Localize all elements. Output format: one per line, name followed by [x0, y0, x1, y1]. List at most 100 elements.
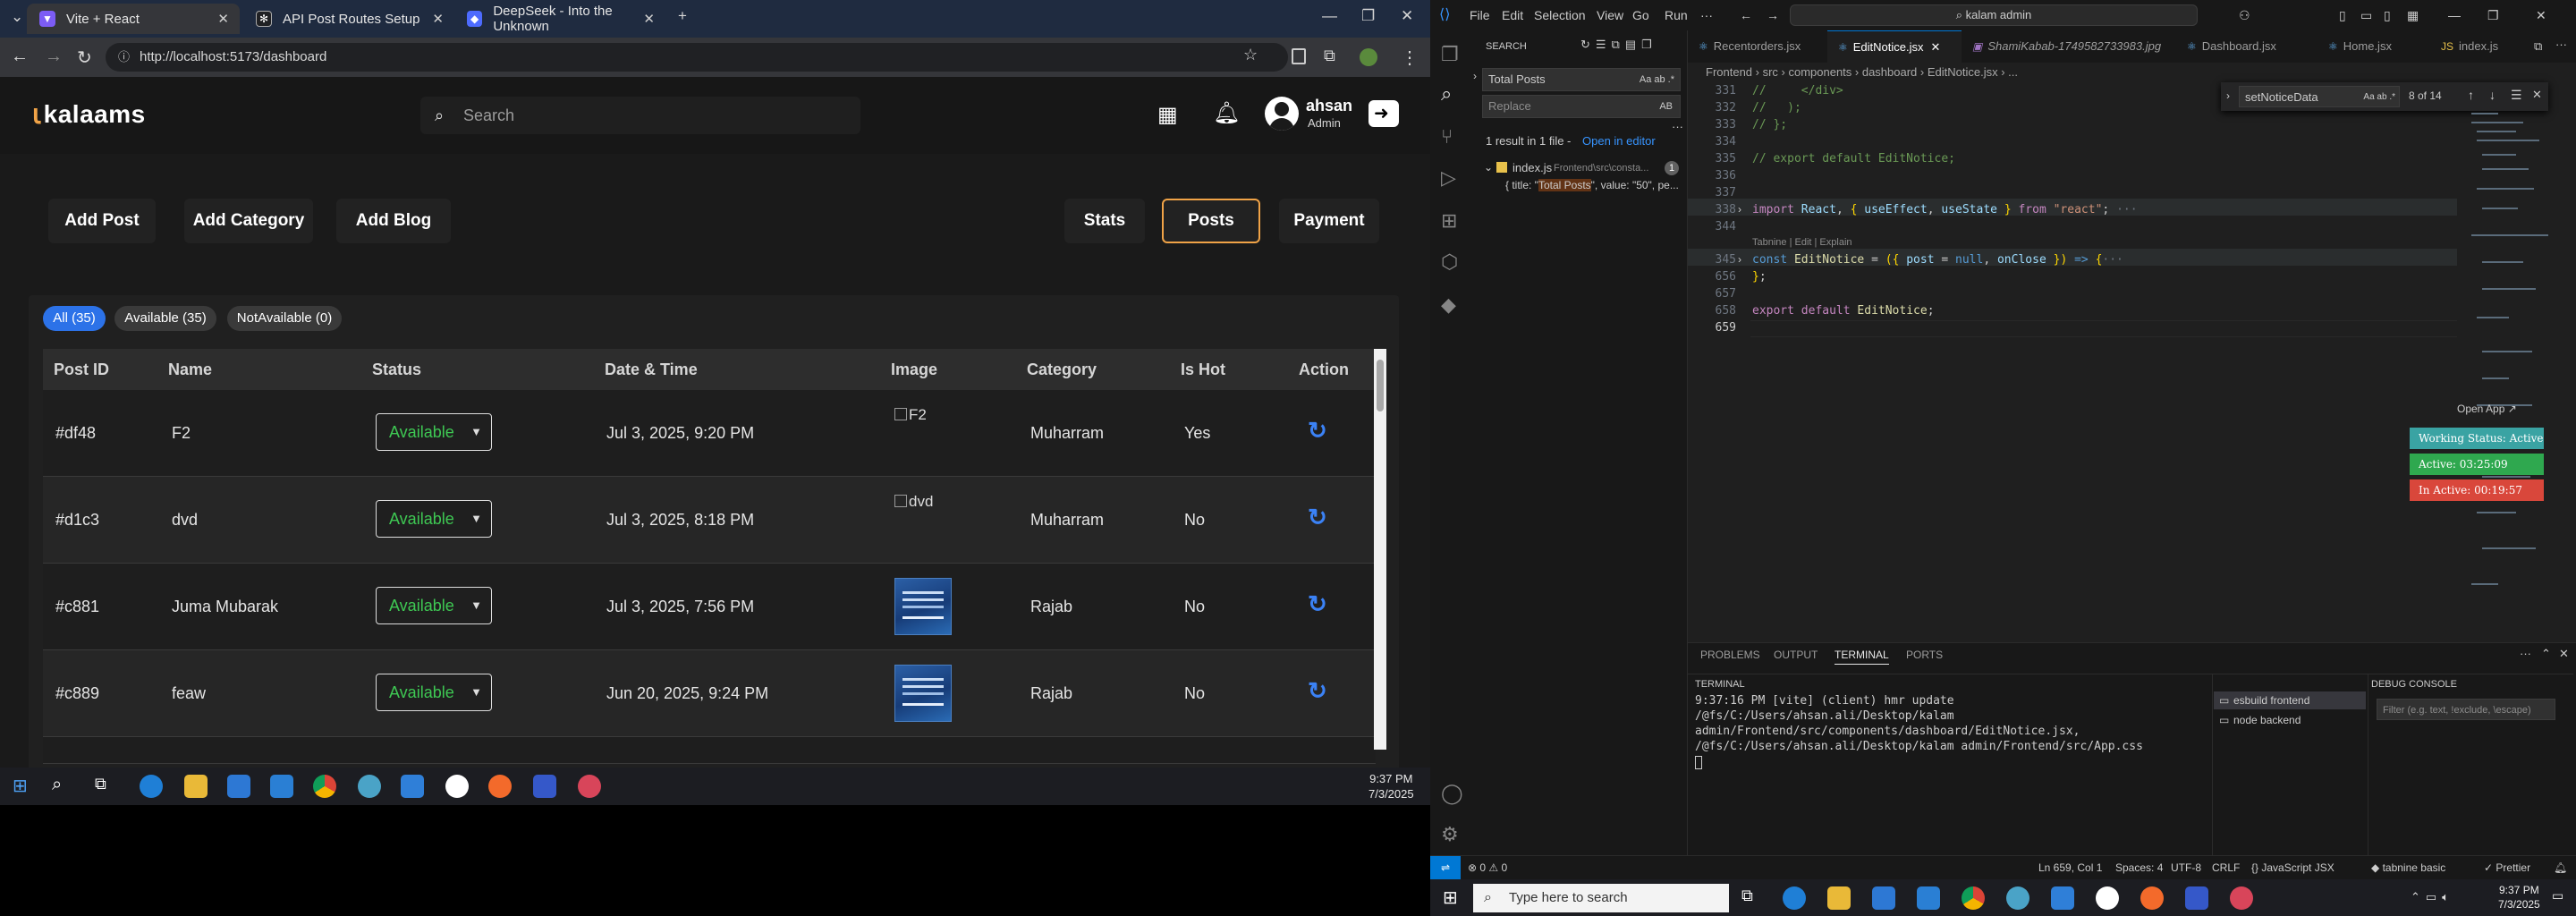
command-center[interactable]: ⌕ kalam admin: [1790, 4, 2198, 26]
tab-shamikabab[interactable]: ▣ ShamiKabab-1749582733983.jpg: [1962, 30, 2176, 63]
zoom-icon[interactable]: [533, 775, 556, 798]
app-icon[interactable]: [578, 775, 601, 798]
nav-back-icon[interactable]: ←: [1740, 8, 1752, 22]
find-input[interactable]: setNoticeData Aa ab .*: [2239, 86, 2400, 107]
status-select[interactable]: Available ▼: [376, 587, 492, 624]
customize-layout-icon[interactable]: ▦: [2407, 8, 2419, 23]
chrome-icon[interactable]: [313, 775, 336, 798]
add-blog-button[interactable]: Add Blog: [336, 199, 451, 243]
prettier-status[interactable]: ✓ Prettier: [2484, 861, 2530, 874]
browser-menu-icon[interactable]: ⋮: [1401, 47, 1419, 69]
find-options-icon[interactable]: Aa ab .*: [2363, 87, 2395, 108]
app-icon[interactable]: [358, 775, 381, 798]
mail-icon[interactable]: [270, 775, 293, 798]
extension-icon[interactable]: [1292, 48, 1306, 64]
close-tab-icon[interactable]: ✕: [1931, 40, 1941, 54]
codelens[interactable]: Tabnine | Edit | Explain: [1752, 237, 1852, 248]
app-icon[interactable]: [2006, 886, 2029, 910]
profile-avatar-icon[interactable]: [1360, 48, 1377, 66]
panel-tab-output[interactable]: OUTPUT: [1774, 649, 1818, 661]
source-control-icon[interactable]: ⑂: [1441, 125, 1453, 148]
code-line[interactable]: export default EditNotice;: [1752, 304, 1935, 318]
close-tab-icon[interactable]: ✕: [217, 11, 229, 27]
tabnine-status[interactable]: ◆ tabnine basic: [2371, 861, 2445, 874]
menu-selection[interactable]: Selection: [1534, 8, 1586, 22]
app-icon[interactable]: [445, 775, 469, 798]
maximize-icon[interactable]: ❐: [1361, 7, 1375, 25]
postman-icon[interactable]: [488, 775, 512, 798]
store-icon[interactable]: [1872, 886, 1895, 910]
add-category-button[interactable]: Add Category: [184, 199, 313, 243]
fold-chevron-icon[interactable]: ›: [1738, 253, 1741, 266]
code-line[interactable]: import React, { useEffect, useState } fr…: [1752, 203, 2138, 216]
toggle-panel-icon[interactable]: ▭: [2360, 8, 2372, 23]
task-view-icon[interactable]: ⧉: [95, 775, 118, 798]
search-actions-icons[interactable]: ↻☰⧉▤❐: [1580, 38, 1657, 52]
code-line[interactable]: // </div>: [1752, 84, 1843, 98]
user-avatar[interactable]: [1265, 97, 1299, 131]
taskbar-search-input[interactable]: ⌕ Type here to search: [1473, 884, 1729, 912]
debug-filter-input[interactable]: Filter (e.g. text, !exclude, \escape): [2377, 699, 2555, 720]
add-post-button[interactable]: Add Post: [48, 199, 156, 243]
close-tab-icon[interactable]: ✕: [432, 11, 444, 27]
search-input[interactable]: ⌕ Search: [420, 97, 860, 134]
remote-explorer-icon[interactable]: ⬡: [1441, 250, 1458, 274]
toggle-replace-chevron-icon[interactable]: ›: [2226, 89, 2230, 102]
search-input[interactable]: Total Posts Aa ab .*: [1482, 68, 1681, 91]
breadcrumb[interactable]: Frontend › src › components › dashboard …: [1688, 63, 2576, 82]
open-app-link[interactable]: Open App ↗: [2457, 403, 2517, 415]
minimize-icon[interactable]: —: [2448, 8, 2461, 22]
filter-all[interactable]: All (35): [43, 306, 106, 331]
tab-stats[interactable]: Stats: [1064, 199, 1145, 243]
notification-center-icon[interactable]: ▭: [2552, 888, 2563, 903]
code-line[interactable]: // );: [1752, 101, 1801, 114]
panel-tab-problems[interactable]: PROBLEMS: [1700, 649, 1760, 661]
postman-icon[interactable]: [2140, 886, 2164, 910]
more-options-icon[interactable]: ···: [1672, 120, 1683, 133]
menu-run[interactable]: Run: [1665, 8, 1688, 22]
editor-more-icon[interactable]: ···: [2555, 38, 2567, 51]
code-line[interactable]: const EditNotice = ({ post = null, onClo…: [1752, 253, 2123, 267]
windows-start-icon[interactable]: ⊞: [1443, 886, 1458, 909]
cursor-position[interactable]: Ln 659, Col 1: [2038, 861, 2102, 874]
problems-status[interactable]: ⊗ 0 ⚠ 0: [1468, 861, 1507, 874]
minimap[interactable]: [2459, 82, 2557, 642]
toggle-sidebar-icon[interactable]: ▯: [2339, 8, 2346, 23]
preserve-case-icon[interactable]: AB: [1659, 96, 1673, 117]
tab-home[interactable]: ⚛ Home.jsx: [2318, 30, 2430, 63]
toggle-secondary-sidebar-icon[interactable]: ▯: [2384, 8, 2391, 23]
tab-recentorders[interactable]: ⚛ Recentorders.jsx: [1688, 30, 1827, 63]
clock[interactable]: 9:37 PM 7/3/2025: [1368, 771, 1414, 802]
search-icon[interactable]: ⌕: [1441, 82, 1452, 106]
apps-grid-icon[interactable]: ▦: [1157, 102, 1178, 128]
mail-icon[interactable]: [1917, 886, 1940, 910]
search-result-match[interactable]: { title: "Total Posts", value: "50", pe.…: [1505, 179, 1679, 197]
reload-icon[interactable]: ↻: [77, 47, 92, 69]
copilot-icon[interactable]: ⚇: [2239, 8, 2250, 23]
forward-icon[interactable]: →: [45, 47, 63, 67]
close-window-icon[interactable]: ✕: [2536, 8, 2546, 23]
status-select[interactable]: Available ▼: [376, 500, 492, 538]
encoding[interactable]: UTF-8: [2171, 861, 2201, 874]
browser-tab-deepseek[interactable]: ◆ DeepSeek - Into the Unknown ✕: [454, 4, 665, 34]
browser-tab-vite-react[interactable]: ▼ Vite + React ✕: [27, 4, 240, 34]
indentation[interactable]: Spaces: 4: [2115, 861, 2163, 874]
code-line[interactable]: // };: [1752, 118, 1787, 131]
split-editor-icon[interactable]: ⧉: [2534, 39, 2542, 54]
refresh-icon[interactable]: ↻: [1308, 590, 1327, 618]
app-icon[interactable]: [2230, 886, 2253, 910]
site-info-icon[interactable]: ⓘ: [118, 43, 130, 72]
minimize-icon[interactable]: —: [1322, 7, 1337, 25]
kalaams-logo[interactable]: ꙇ kalaams: [32, 97, 146, 132]
run-debug-icon[interactable]: ▷: [1441, 166, 1456, 190]
panel-tab-ports[interactable]: PORTS: [1906, 649, 1943, 661]
notifications-bell-icon[interactable]: 🔔︎: [2554, 861, 2567, 874]
bookmark-star-icon[interactable]: ☆: [1243, 46, 1258, 64]
extensions-puzzle-icon[interactable]: ⧉: [1324, 47, 1335, 65]
search-options-icon[interactable]: Aa ab .*: [1640, 69, 1674, 90]
tab-dashboard[interactable]: ⚛ Dashboard.jsx: [2176, 30, 2318, 63]
tab-index[interactable]: JS index.js: [2430, 30, 2529, 63]
menu-go[interactable]: Go: [1632, 8, 1649, 22]
refresh-icon[interactable]: ↻: [1308, 677, 1327, 705]
menu-more[interactable]: ···: [1700, 8, 1713, 22]
